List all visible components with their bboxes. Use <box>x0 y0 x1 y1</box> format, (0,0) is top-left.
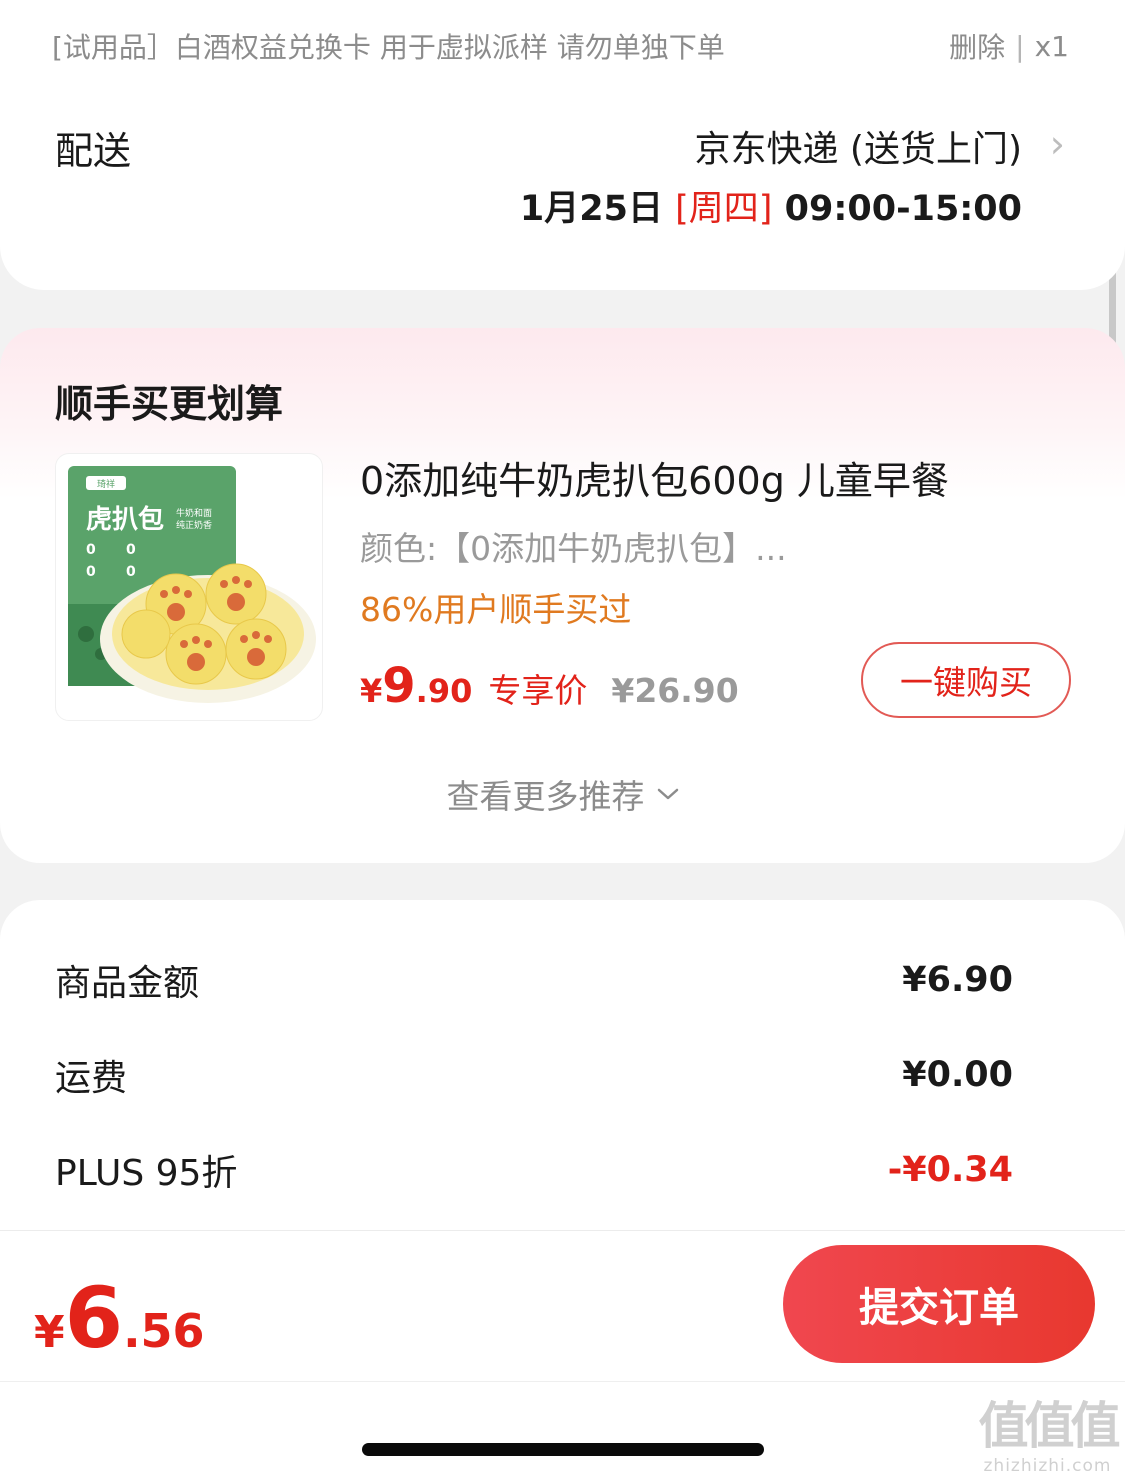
summary-value: -¥0.34 <box>887 1150 1013 1190</box>
package-sub1-text: 牛奶和面 <box>176 507 212 519</box>
summary-label: 运费 <box>55 1058 128 1099</box>
watermark-logo: 值值值 zhizhizhi.com <box>975 1396 1121 1476</box>
package-sub2-text: 纯正奶香 <box>176 519 212 531</box>
chevron-down-icon <box>657 788 678 800</box>
delivery-time[interactable]: 1月25日 [周四] 09:00-15:00 <box>520 180 1022 231</box>
current-price-symbol: ¥ <box>360 672 383 710</box>
watermark-sub: zhizhizhi.com <box>983 1456 1112 1476</box>
total-price-int: 6 <box>64 1269 124 1367</box>
delete-button[interactable]: 删除 <box>949 26 1005 66</box>
summary-row-goods-amount: 商品金额 ¥6.90 <box>55 955 1013 1005</box>
chevron-right-icon[interactable]: › <box>1050 120 1065 168</box>
watermark-main: 值值值 <box>978 1397 1121 1455</box>
divider <box>0 1381 1125 1382</box>
total-price-dec: .56 <box>123 1304 205 1358</box>
delivery-time-range: 09:00-15:00 <box>784 189 1022 229</box>
one-click-buy-button[interactable]: 一键购买 <box>861 642 1071 718</box>
view-more-label: 查看更多推荐 <box>446 777 645 816</box>
summary-value: ¥6.90 <box>902 960 1013 1000</box>
total-price-symbol: ¥ <box>34 1307 65 1358</box>
total-price: ¥6.56 <box>34 1269 205 1367</box>
recommend-title: 顺手买更划算 <box>55 382 284 426</box>
delivery-method[interactable]: 京东快递 (送货上门) <box>694 120 1022 172</box>
svg-text:0: 0 <box>126 564 136 580</box>
current-price: ¥9.90 <box>360 658 472 714</box>
delivery-date: 1月25日 <box>519 189 663 229</box>
action-divider: | <box>1015 29 1025 63</box>
delivery-weekday: [周四] <box>675 189 773 229</box>
svg-text:0: 0 <box>126 542 136 558</box>
product-spec: 颜色:【0添加牛奶虎扒包】... <box>360 529 787 568</box>
product-image[interactable]: 琦祥 虎扒包 牛奶和面 纯正奶香 0 0 0 0 <box>55 453 323 721</box>
summary-label: PLUS 95折 <box>55 1153 238 1194</box>
home-indicator[interactable] <box>362 1443 764 1456</box>
product-popularity: 86%用户顺手买过 <box>360 590 632 629</box>
trial-item-quantity: x1 <box>1034 29 1069 63</box>
summary-row-shipping: 运费 ¥0.00 <box>55 1050 1013 1100</box>
summary-label: 商品金额 <box>55 963 200 1004</box>
summary-row-plus-discount: PLUS 95折 -¥0.34 <box>55 1145 1013 1195</box>
svg-text:0: 0 <box>86 542 96 558</box>
delivery-card: [试用品］白酒权益兑换卡 用于虚拟派样 请勿单独下单 删除 | x1 配送 京东… <box>0 0 1125 290</box>
recommend-card: 顺手买更划算 琦祥 虎扒包 牛奶和面 纯正奶香 0 0 0 0 0添加纯牛奶虎扒… <box>0 328 1125 863</box>
delivery-label: 配送 <box>55 129 132 173</box>
checkout-bar: ¥6.56 提交订单 值值值 zhizhizhi.com <box>0 1230 1125 1483</box>
trial-item-actions: 删除 | x1 <box>949 26 1069 66</box>
view-more-recommendations[interactable]: 查看更多推荐 <box>0 770 1125 818</box>
original-price: ¥26.90 <box>611 671 739 710</box>
product-name[interactable]: 0添加纯牛奶虎扒包600g 儿童早餐 <box>360 450 949 505</box>
exclusive-price-tag: 专享价 <box>488 671 588 710</box>
svg-text:0: 0 <box>86 564 96 580</box>
package-title-text: 虎扒包 <box>86 504 164 535</box>
price-row: ¥9.90 专享价 ¥26.90 <box>360 658 739 714</box>
product-package-illustration: 琦祥 虎扒包 牛奶和面 纯正奶香 0 0 0 0 <box>68 466 316 703</box>
current-price-dec: .90 <box>415 672 473 710</box>
trial-item-row: [试用品］白酒权益兑换卡 用于虚拟派样 请勿单独下单 删除 | x1 <box>52 26 1069 66</box>
trial-item-title: [试用品］白酒权益兑换卡 用于虚拟派样 请勿单独下单 <box>52 31 725 64</box>
submit-order-button[interactable]: 提交订单 <box>783 1245 1095 1363</box>
package-brand-text: 琦祥 <box>97 478 115 490</box>
summary-value: ¥0.00 <box>902 1055 1013 1095</box>
current-price-int: 9 <box>382 658 416 714</box>
